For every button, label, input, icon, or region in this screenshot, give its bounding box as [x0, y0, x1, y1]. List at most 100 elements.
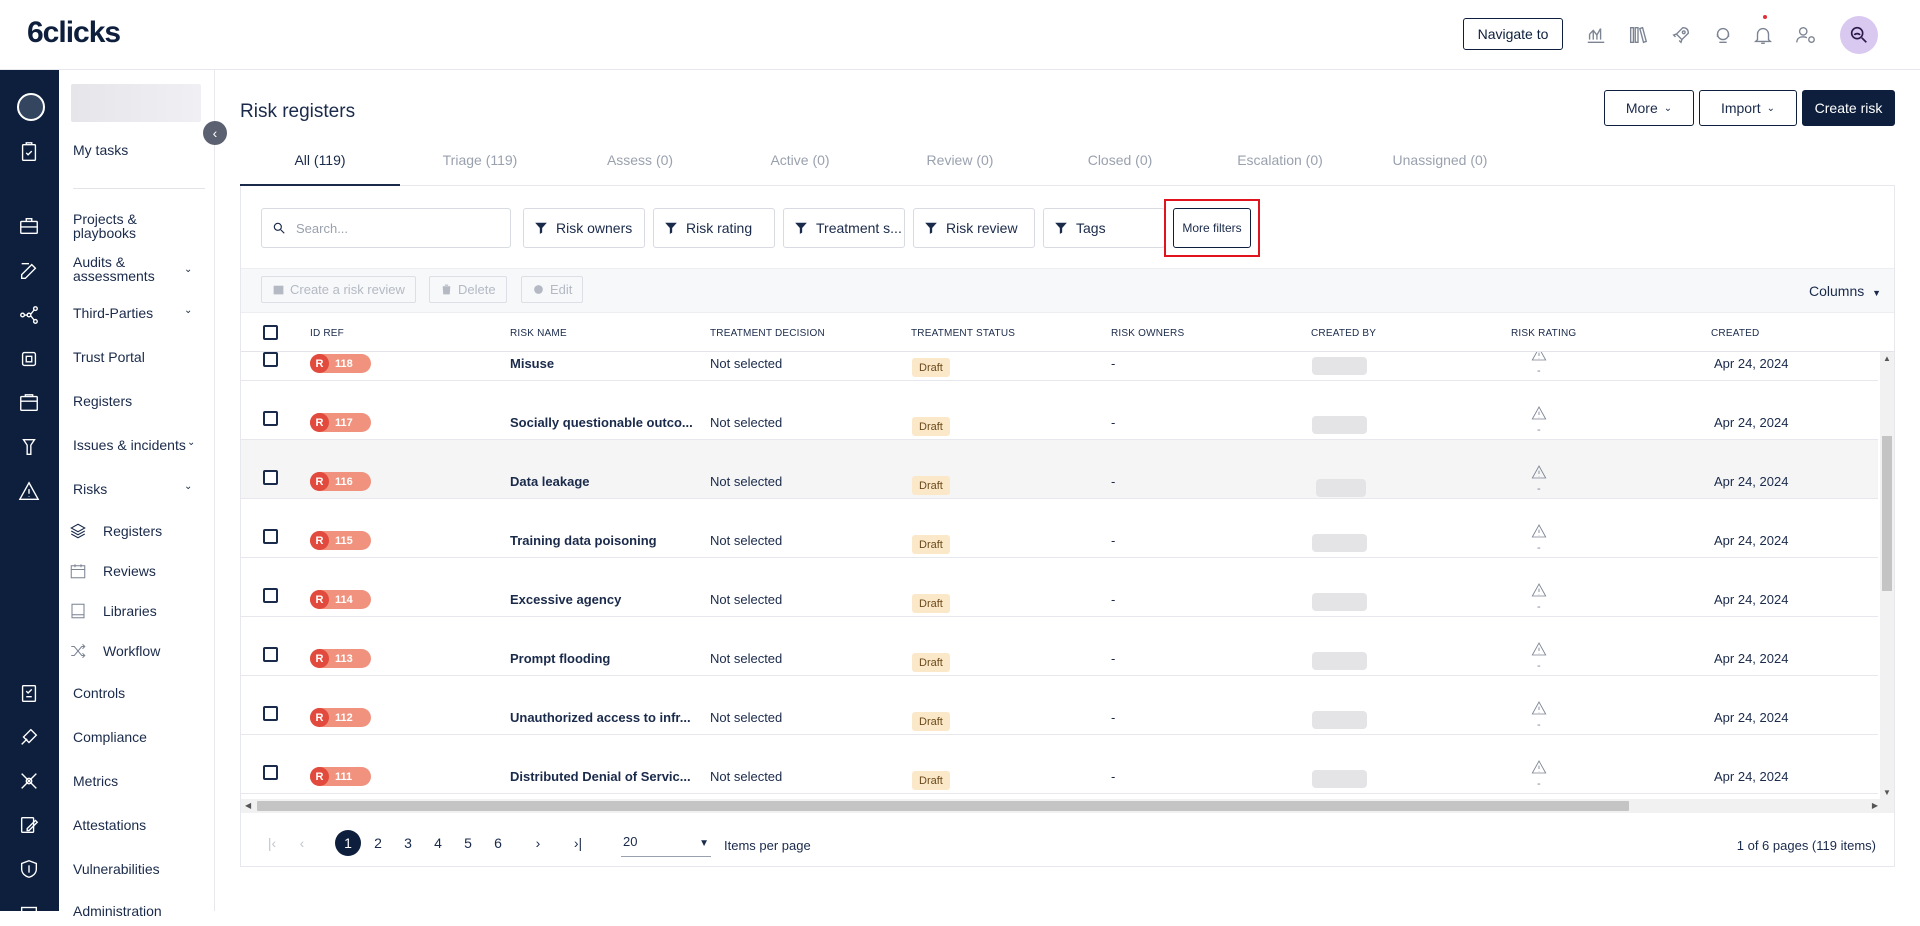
col-header-risk-owners[interactable]: RISK OWNERS: [1111, 328, 1184, 339]
table-row[interactable]: R 113 Prompt flooding Not selected Draft - - Ap…: [241, 617, 1878, 676]
bell-icon[interactable]: [1750, 22, 1776, 48]
col-header-created-by[interactable]: CREATED BY: [1311, 328, 1376, 339]
col-header-risk-rating[interactable]: RISK RATING: [1511, 328, 1576, 339]
sidebar-subitem-libraries[interactable]: Libraries: [68, 601, 157, 621]
select-all-checkbox[interactable]: [263, 325, 278, 340]
user-settings-icon[interactable]: [1793, 22, 1819, 48]
filter-tags[interactable]: Tags: [1043, 208, 1165, 248]
sidebar-item-attestations[interactable]: Attestations: [73, 818, 146, 832]
edit-button[interactable]: Edit: [521, 276, 584, 303]
col-header-treatment-status[interactable]: TREATMENT STATUS: [911, 328, 1015, 339]
row-checkbox[interactable]: [263, 647, 278, 662]
attestations-icon[interactable]: [16, 812, 42, 838]
sidebar-item-controls[interactable]: Controls: [73, 686, 125, 700]
table-row[interactable]: R 111 Distributed Denial of Servic... Not s…: [241, 735, 1878, 794]
sidebar-item-registers[interactable]: Registers: [73, 394, 132, 408]
risk-name[interactable]: Excessive agency: [510, 592, 621, 607]
scroll-down-arrow[interactable]: ▼: [1883, 788, 1891, 797]
delete-button[interactable]: Delete: [429, 276, 507, 303]
table-row[interactable]: R 118 Misuse Not selected Draft - - Apr 24, 202…: [241, 352, 1878, 381]
row-checkbox[interactable]: [263, 706, 278, 721]
risk-id-badge[interactable]: R 111: [310, 767, 371, 786]
col-header-risk-name[interactable]: RISK NAME: [510, 328, 567, 339]
search-box[interactable]: [261, 208, 511, 248]
risk-name[interactable]: Data leakage: [510, 474, 590, 489]
horizontal-scroll-thumb[interactable]: [257, 801, 1629, 811]
controls-icon[interactable]: [16, 680, 42, 706]
sidebar-item-trust-portal[interactable]: Trust Portal: [73, 350, 145, 364]
risk-id-badge[interactable]: R 114: [310, 590, 371, 609]
items-per-page-select[interactable]: 20 ▼: [621, 833, 711, 857]
metrics-icon[interactable]: [16, 768, 42, 794]
sidebar-item-issues[interactable]: Issues & incidents ⌄: [73, 437, 223, 452]
scroll-left-arrow[interactable]: ◀: [245, 801, 251, 810]
next-page-button[interactable]: ›: [525, 830, 551, 856]
columns-dropdown[interactable]: Columns ▼: [1809, 283, 1881, 299]
collapse-sidebar-button[interactable]: ‹: [203, 121, 227, 145]
last-page-button[interactable]: ›|: [565, 830, 591, 856]
tab-closed[interactable]: Closed (0): [1040, 148, 1200, 186]
risk-name[interactable]: Prompt flooding: [510, 651, 610, 666]
prev-page-button[interactable]: ‹: [289, 830, 315, 856]
sidebar-item-third-parties[interactable]: Third-Parties ⌄: [73, 305, 223, 320]
sidebar-item-projects[interactable]: Projects & playbooks: [73, 212, 163, 240]
risk-id-badge[interactable]: R 113: [310, 649, 371, 668]
issues-icon[interactable]: [16, 434, 42, 460]
risk-name[interactable]: Training data poisoning: [510, 533, 657, 548]
more-filters-button[interactable]: More filters: [1173, 208, 1251, 248]
risk-id-badge[interactable]: R 115: [310, 531, 371, 550]
filter-risk-owners[interactable]: Risk owners: [523, 208, 645, 248]
risk-name[interactable]: Socially questionable outco...: [510, 415, 693, 430]
sidebar-item-audits[interactable]: Audits & assessments ⌄: [73, 255, 223, 283]
row-checkbox[interactable]: [263, 411, 278, 426]
tab-review[interactable]: Review (0): [880, 148, 1040, 186]
page-6-button[interactable]: 6: [485, 830, 511, 856]
first-page-button[interactable]: |‹: [259, 830, 285, 856]
shield-icon[interactable]: [16, 856, 42, 882]
analytics-icon[interactable]: [1583, 22, 1609, 48]
row-checkbox[interactable]: [263, 765, 278, 780]
risk-name[interactable]: Unauthorized access to infr...: [510, 710, 691, 725]
page-1-button[interactable]: 1: [335, 830, 361, 856]
sidebar-item-my-tasks[interactable]: My tasks: [73, 143, 128, 157]
table-row[interactable]: R 115 Training data poisoning Not selected D…: [241, 499, 1878, 558]
import-button[interactable]: Import ⌄: [1699, 90, 1797, 126]
table-row[interactable]: R 117 Socially questionable outco... Not se…: [241, 381, 1878, 440]
support-icon[interactable]: [1710, 22, 1736, 48]
org-selector[interactable]: [71, 84, 201, 122]
portal-icon[interactable]: [16, 346, 42, 372]
tab-unassigned[interactable]: Unassigned (0): [1360, 148, 1520, 186]
table-row[interactable]: R 112 Unauthorized access to infr... Not se…: [241, 676, 1878, 735]
workspace-icon[interactable]: [17, 93, 45, 121]
briefcase-icon[interactable]: [16, 213, 42, 239]
edit-icon[interactable]: [16, 258, 42, 284]
tab-active[interactable]: Active (0): [720, 148, 880, 186]
table-row[interactable]: R 114 Excessive agency Not selected Draft - - A…: [241, 558, 1878, 617]
warning-icon[interactable]: [16, 478, 42, 504]
tasks-icon[interactable]: [16, 139, 42, 165]
risk-name[interactable]: Misuse: [510, 356, 554, 371]
table-row[interactable]: R 116 Data leakage Not selected Draft - - Apr 2…: [241, 440, 1878, 499]
horizontal-scrollbar[interactable]: ◀ ▶: [241, 799, 1894, 813]
create-risk-button[interactable]: Create risk: [1802, 90, 1895, 126]
library-icon[interactable]: [1625, 22, 1651, 48]
sidebar-item-metrics[interactable]: Metrics: [73, 774, 118, 788]
risk-id-badge[interactable]: R 117: [310, 413, 371, 432]
app-logo[interactable]: 6clicks: [27, 16, 121, 50]
vertical-scroll-thumb[interactable]: [1882, 436, 1892, 591]
scroll-up-arrow[interactable]: ▲: [1883, 354, 1891, 363]
filter-risk-rating[interactable]: Risk rating: [653, 208, 775, 248]
tab-triage[interactable]: Triage (119): [400, 148, 560, 186]
col-header-created[interactable]: CREATED: [1711, 328, 1759, 339]
filter-treatment-status[interactable]: Treatment s...: [783, 208, 905, 248]
page-2-button[interactable]: 2: [365, 830, 391, 856]
tab-escalation[interactable]: Escalation (0): [1200, 148, 1360, 186]
navigate-to-button[interactable]: Navigate to: [1463, 18, 1563, 50]
sidebar-subitem-workflow[interactable]: Workflow: [68, 641, 160, 661]
user-avatar[interactable]: [1840, 16, 1878, 54]
page-3-button[interactable]: 3: [395, 830, 421, 856]
sidebar-item-compliance[interactable]: Compliance: [73, 730, 147, 744]
col-header-id[interactable]: ID REF: [310, 328, 344, 339]
scroll-right-arrow[interactable]: ▶: [1872, 801, 1878, 810]
compliance-icon[interactable]: [16, 724, 42, 750]
